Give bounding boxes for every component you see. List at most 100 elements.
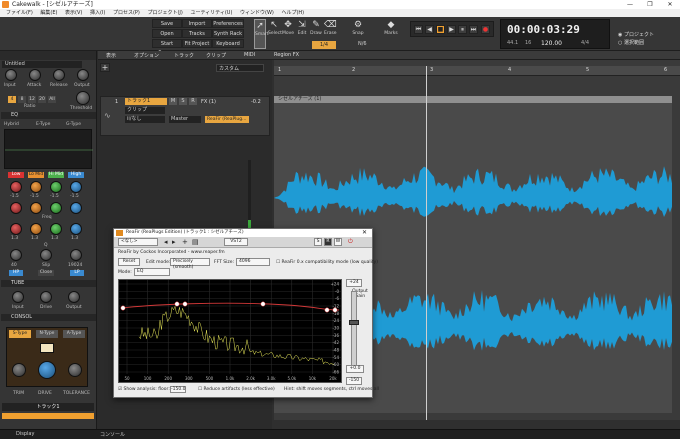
output-gain-slider[interactable] xyxy=(349,291,359,371)
maximize-button[interactable]: ❐ xyxy=(640,0,660,9)
track-gain[interactable]: -0.2 xyxy=(251,99,261,105)
preset-prev-icon[interactable]: ◂ xyxy=(164,238,168,246)
output-knob[interactable] xyxy=(77,69,89,81)
ratio-all-button[interactable]: All xyxy=(48,96,56,103)
mode-select[interactable]: EQ xyxy=(134,268,170,276)
high-gain-knob[interactable] xyxy=(70,181,82,193)
console-a-type[interactable]: A-Type xyxy=(63,330,85,338)
ratio-8-button[interactable]: 8 xyxy=(18,96,26,103)
lomid-q-knob[interactable] xyxy=(30,223,42,235)
eq-band-high[interactable]: High xyxy=(68,172,84,178)
snap-value-select[interactable]: 1/4 xyxy=(312,41,336,49)
console-n-type[interactable]: N-Type xyxy=(36,330,58,338)
menu-insert[interactable]: 挿入(I) xyxy=(90,10,105,16)
meter-value[interactable]: 4/4 xyxy=(581,40,589,46)
menu-file[interactable]: ファイル(F) xyxy=(6,10,33,16)
close-toggle[interactable]: Close xyxy=(38,270,54,276)
edit-tool-button[interactable]: ⇲ Edit xyxy=(296,19,308,49)
compat-checkbox[interactable]: ☐ ReaFir 0.x compatibility mode (low qua… xyxy=(276,260,378,265)
tube-output-knob[interactable] xyxy=(68,291,80,303)
eq-mode-g-type[interactable]: G-Type xyxy=(66,122,81,127)
menu-view[interactable]: 表示(V) xyxy=(65,10,82,16)
forward-button[interactable]: ⏭ xyxy=(469,25,478,34)
console-s-type[interactable]: S-Type xyxy=(9,330,31,338)
himid-q-knob[interactable] xyxy=(50,223,62,235)
track-row[interactable]: 1 トラック1 M S R FX (1) -0.2 クリップ ii/なし Mas… xyxy=(100,96,270,136)
input-select[interactable]: ii/なし xyxy=(125,116,165,123)
tab-midi[interactable]: MIDI xyxy=(244,52,255,58)
menu-help[interactable]: ヘルプ(H) xyxy=(281,10,304,16)
reduce-artifacts-checkbox[interactable]: ☐ Reduce artifacts (less effective) xyxy=(198,387,275,392)
floor-db-field[interactable]: -150 xyxy=(346,377,362,385)
tab-track[interactable]: トラック xyxy=(174,52,194,59)
lp-knob[interactable] xyxy=(70,249,82,261)
menu-project[interactable]: プロジェクト(J) xyxy=(147,10,182,16)
low-freq-knob[interactable] xyxy=(10,202,22,214)
show-analysis-checkbox[interactable]: ☑ Show analysis: floor: xyxy=(118,387,170,392)
pause-button[interactable]: ⏸ xyxy=(458,25,467,34)
preset-add-icon[interactable]: + xyxy=(182,238,188,246)
ratio-20-button[interactable]: 20 xyxy=(38,96,46,103)
lp-button[interactable]: LP xyxy=(70,270,84,276)
plugin-close-button[interactable]: ✕ xyxy=(362,229,367,236)
nudge-value[interactable]: N/6 xyxy=(358,41,367,47)
menu-edit[interactable]: 編集(E) xyxy=(40,10,57,16)
start-screen-button[interactable]: Start Screen xyxy=(152,39,182,56)
project-radio[interactable]: ◉ プロジェクト xyxy=(618,31,654,38)
now-time-cursor[interactable] xyxy=(426,66,427,420)
console-tab[interactable]: コンソール xyxy=(100,431,125,438)
minimize-button[interactable]: — xyxy=(620,0,640,9)
ratio-12-button[interactable]: 12 xyxy=(28,96,36,103)
tab-region-fx[interactable]: Region FX xyxy=(274,52,299,58)
play-button[interactable]: ▶ xyxy=(447,25,456,34)
fft-size-select[interactable]: 4096 xyxy=(236,258,270,266)
record-arm-button[interactable]: R xyxy=(189,98,197,105)
output-gain-field[interactable]: +0.0 xyxy=(346,365,364,373)
lomid-freq-knob[interactable] xyxy=(30,202,42,214)
save-button[interactable]: Save xyxy=(152,19,182,28)
plugin-s-button[interactable]: S xyxy=(314,238,322,246)
custom-select[interactable]: カスタム xyxy=(216,64,264,72)
tolerance-knob[interactable] xyxy=(68,363,82,377)
tracks-button[interactable]: Tracks xyxy=(182,29,212,38)
marks-button[interactable]: ◆ Marks xyxy=(382,19,400,49)
select-tool-button[interactable]: ↖ Select xyxy=(268,19,282,49)
high-q-knob[interactable] xyxy=(70,223,82,235)
low-q-knob[interactable] xyxy=(10,223,22,235)
solo-button[interactable]: S xyxy=(179,98,187,105)
record-button[interactable]: ● xyxy=(481,25,490,34)
time-display[interactable]: 00:00:03:29 44.1 16 120.00 4/4 xyxy=(500,19,610,49)
preset-save-icon[interactable]: ▤ xyxy=(192,238,199,246)
attack-knob[interactable] xyxy=(29,69,41,81)
hp-button[interactable]: HP xyxy=(9,270,23,276)
menu-utilities[interactable]: ユーティリティ(U) xyxy=(190,10,232,16)
smart-tool-button[interactable]: ➚ Smart xyxy=(254,19,269,49)
clip-select[interactable]: クリップ xyxy=(125,107,165,114)
keyboard-button[interactable]: Keyboard xyxy=(212,39,244,48)
plugin-format-select[interactable]: VST2 xyxy=(224,238,248,246)
top-db-field[interactable]: +24 xyxy=(346,279,362,287)
timeline-ruler[interactable]: 1 2 3 4 5 6 xyxy=(274,66,680,76)
move-tool-button[interactable]: ✥ Move xyxy=(282,19,294,49)
slip-knob[interactable] xyxy=(40,249,52,261)
tab-view[interactable]: 表示 xyxy=(106,52,116,59)
lomid-gain-knob[interactable] xyxy=(30,181,42,193)
release-knob[interactable] xyxy=(53,69,65,81)
menu-window[interactable]: ウィンドウ(W) xyxy=(240,10,274,16)
low-gain-knob[interactable] xyxy=(10,181,22,193)
plugin-power-icon[interactable]: ⏻ xyxy=(348,238,353,246)
ratio-4-button[interactable]: 4 xyxy=(8,96,16,103)
fit-project-button[interactable]: Fit Project xyxy=(182,39,212,48)
rewind-button[interactable]: ⏮ xyxy=(414,25,423,34)
track-name-field[interactable]: トラック1 xyxy=(125,98,167,105)
clip-header[interactable]: シゼルアチーズ (1) xyxy=(274,96,672,103)
analysis-floor-field[interactable]: -150.0 xyxy=(170,386,186,393)
plugin-reset-button[interactable]: Reset xyxy=(118,258,140,266)
himid-gain-knob[interactable] xyxy=(50,181,62,193)
eq-band-low[interactable]: Low xyxy=(8,172,24,178)
fx-slot[interactable]: ReaFir (ReaPlug... xyxy=(205,116,249,123)
edit-mode-select[interactable]: Precisely (smooth) xyxy=(170,258,210,270)
eq-band-lo-mid[interactable]: Lo Mid xyxy=(28,172,44,178)
eq-mode-hybrid[interactable]: Hybrid xyxy=(4,122,19,127)
tab-options[interactable]: オプション xyxy=(134,52,159,59)
